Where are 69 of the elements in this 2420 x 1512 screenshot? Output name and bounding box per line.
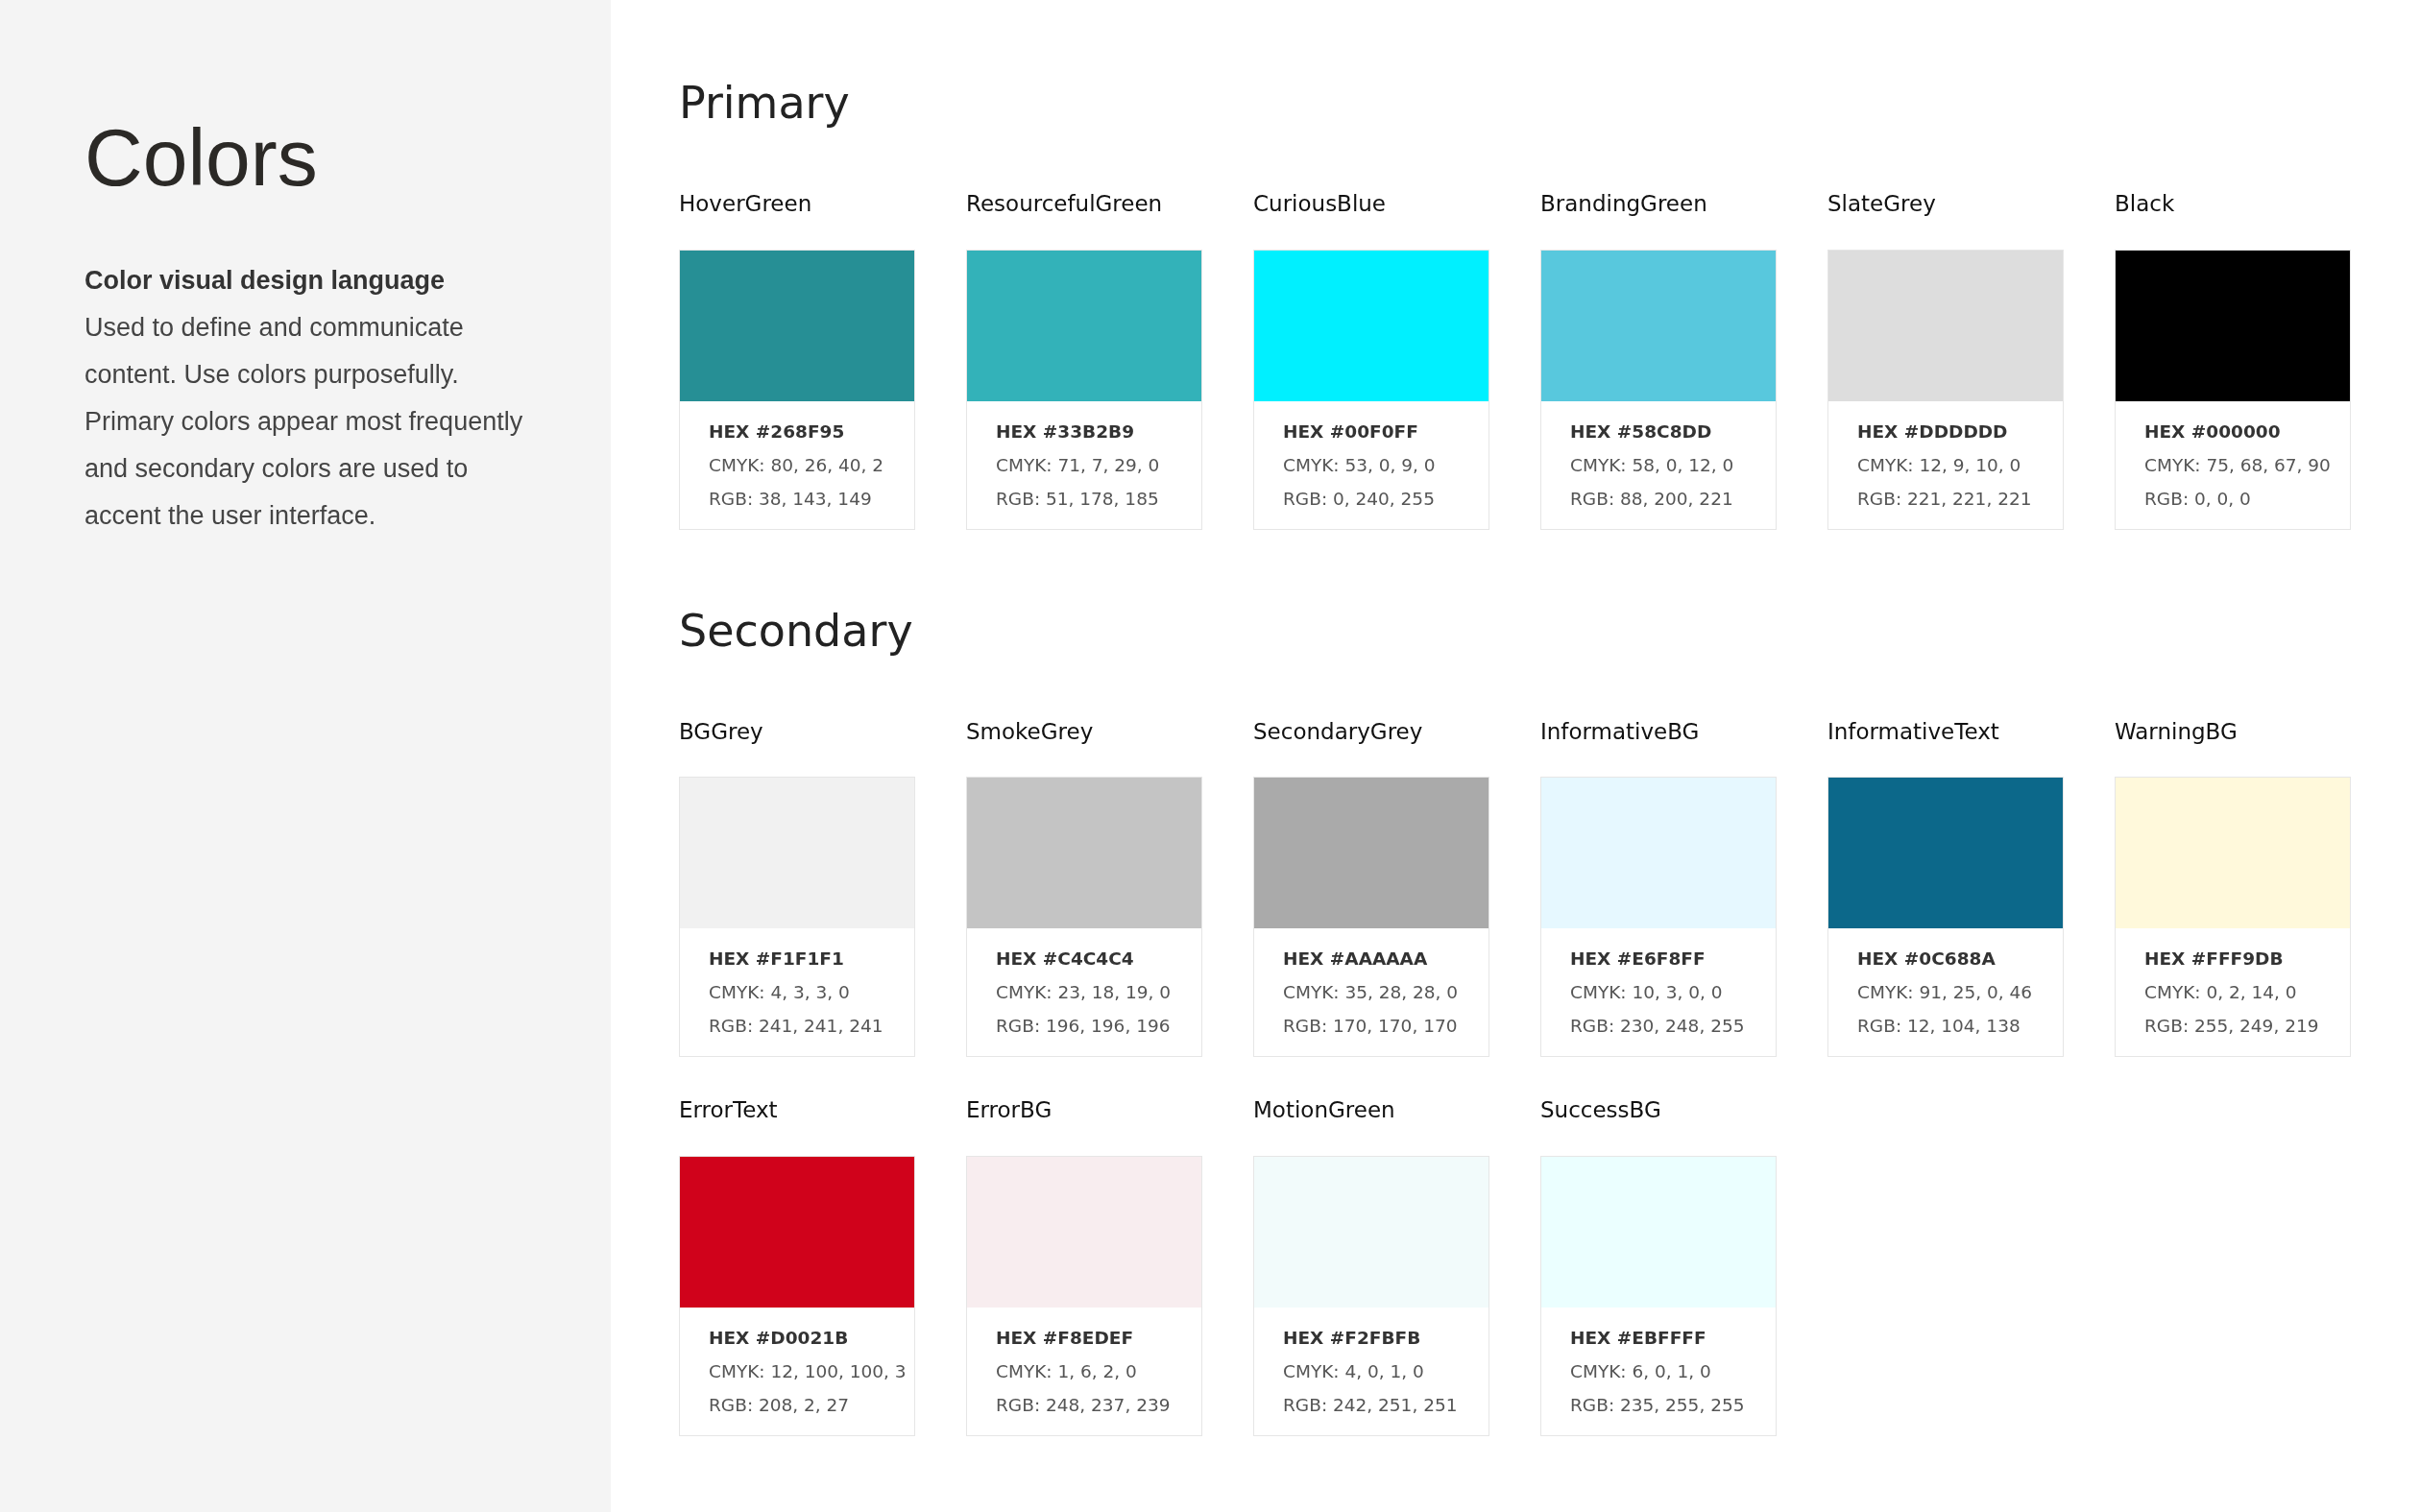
hex-value: HEX #0C688A [1857,948,1996,972]
sidebar-description: Used to define and communicate content. Use colors purposefully. Primary colors appear most frequently and secondary colors are used to accent the user interface. [85,312,524,533]
color-name: CuriousBlue [1253,190,1387,219]
color-name: HoverGreen [679,190,813,219]
hex-value: HEX #58C8DD [1570,420,1713,444]
section-title: Secondary [679,604,914,658]
color-name: MotionGreen [1253,1096,1396,1125]
cmyk-value: CMYK: 1, 6, 2, 0 [996,1359,1138,1383]
cmyk-value: CMYK: 71, 7, 29, 0 [996,453,1161,477]
color-name: Black [2115,190,2176,219]
hex-value: HEX #D0021B [709,1326,850,1350]
hex-value: HEX #F1F1F1 [709,948,845,972]
cmyk-value: CMYK: 23, 18, 19, 0 [996,981,1173,1005]
color-name: SmokeGrey [966,717,1095,746]
cmyk-value: CMYK: 4, 0, 1, 0 [1283,1359,1425,1383]
hex-value: HEX #000000 [2144,420,2282,444]
rgb-value: RGB: 0, 0, 0 [2144,487,2252,511]
rgb-value: RGB: 51, 178, 185 [996,487,1160,511]
hex-value: HEX #268F95 [709,420,846,444]
hex-value: HEX #33B2B9 [996,420,1136,444]
sidebar-subtitle: Color visual design language [85,265,447,298]
color-name: ErrorBG [966,1096,1053,1125]
color-name: SecondaryGrey [1253,717,1424,746]
cmyk-value: CMYK: 75, 68, 67, 90 [2144,453,2332,477]
rgb-value: RGB: 38, 143, 149 [709,487,873,511]
color-name: BrandingGreen [1540,190,1708,219]
hex-value: HEX #FFF9DB [2144,948,2285,972]
rgb-value: RGB: 208, 2, 27 [709,1393,851,1417]
rgb-value: RGB: 230, 248, 255 [1570,1015,1746,1039]
cmyk-value: CMYK: 12, 9, 10, 0 [1857,453,2022,477]
cmyk-value: CMYK: 58, 0, 12, 0 [1570,453,1735,477]
hex-value: HEX #AAAAAA [1283,948,1429,972]
rgb-value: RGB: 235, 255, 255 [1570,1393,1746,1417]
color-name: WarningBG [2115,717,2238,746]
color-name: InformativeText [1827,717,2000,746]
rgb-value: RGB: 196, 196, 196 [996,1015,1172,1039]
rgb-value: RGB: 88, 200, 221 [1570,487,1734,511]
color-name: InformativeBG [1540,717,1701,746]
cmyk-value: CMYK: 80, 26, 40, 2 [709,453,885,477]
cmyk-value: CMYK: 91, 25, 0, 46 [1857,981,2034,1005]
color-name: ResourcefulGreen [966,190,1164,219]
hex-value: HEX #F8EDEF [996,1326,1135,1350]
color-name: SuccessBG [1540,1096,1662,1125]
page-title: Colors [85,113,319,203]
hex-value: HEX #F2FBFB [1283,1326,1422,1350]
rgb-value: RGB: 12, 104, 138 [1857,1015,2021,1039]
cmyk-value: CMYK: 6, 0, 1, 0 [1570,1359,1712,1383]
hex-value: HEX #00F0FF [1283,420,1419,444]
cmyk-value: CMYK: 0, 2, 14, 0 [2144,981,2298,1005]
section-title: Primary [679,77,851,131]
rgb-value: RGB: 0, 240, 255 [1283,487,1436,511]
rgb-value: RGB: 241, 241, 241 [709,1015,884,1039]
cmyk-value: CMYK: 10, 3, 0, 0 [1570,981,1724,1005]
rgb-value: RGB: 255, 249, 219 [2144,1015,2320,1039]
rgb-value: RGB: 248, 237, 239 [996,1393,1172,1417]
hex-value: HEX #E6F8FF [1570,948,1706,972]
cmyk-value: CMYK: 4, 3, 3, 0 [709,981,851,1005]
hex-value: HEX #DDDDDD [1857,420,2009,444]
color-name: SlateGrey [1827,190,1937,219]
rgb-value: RGB: 242, 251, 251 [1283,1393,1459,1417]
cmyk-value: CMYK: 35, 28, 28, 0 [1283,981,1460,1005]
cmyk-value: CMYK: 53, 0, 9, 0 [1283,453,1437,477]
rgb-value: RGB: 221, 221, 221 [1857,487,2033,511]
color-name: ErrorText [679,1096,779,1125]
rgb-value: RGB: 170, 170, 170 [1283,1015,1459,1039]
hex-value: HEX #C4C4C4 [996,948,1135,972]
hex-value: HEX #EBFFFF [1570,1326,1707,1350]
cmyk-value: CMYK: 12, 100, 100, 3 [709,1359,908,1383]
color-name: BGGrey [679,717,764,746]
